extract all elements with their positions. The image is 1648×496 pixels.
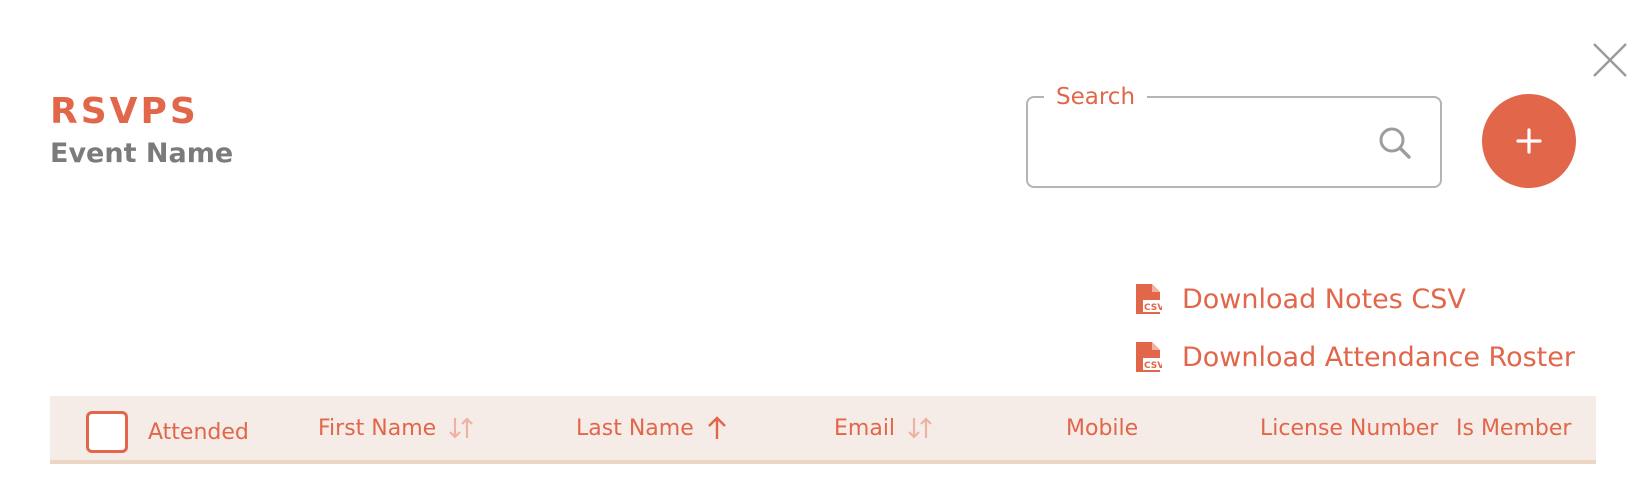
csv-file-icon: CSV: [1136, 342, 1162, 372]
column-label: Attended: [148, 419, 249, 445]
table-header: Attended First Name Last Name Email Mobi…: [50, 396, 1596, 464]
download-notes-csv-link[interactable]: CSV Download Notes CSV: [1134, 283, 1466, 315]
search-field[interactable]: Search: [1026, 82, 1442, 188]
column-label: Email: [834, 415, 896, 441]
column-label: Is Member: [1456, 415, 1572, 441]
rsvps-modal: RSVPS Event Name Search CSV Download Not…: [0, 0, 1648, 496]
sort-both-icon[interactable]: [907, 415, 933, 441]
add-rsvp-button[interactable]: [1482, 94, 1576, 188]
close-icon: [1593, 43, 1627, 77]
download-attendance-roster-link[interactable]: CSV Download Attendance Roster: [1134, 341, 1575, 373]
svg-text:CSV: CSV: [1144, 303, 1162, 313]
arrow-up-icon[interactable]: [706, 415, 728, 441]
plus-icon: [1516, 128, 1542, 154]
search-input[interactable]: [1046, 122, 1376, 162]
event-name: Event Name: [50, 138, 234, 169]
column-last-name[interactable]: Last Name: [576, 396, 728, 460]
download-roster-label: Download Attendance Roster: [1182, 341, 1575, 373]
column-label: First Name: [318, 415, 437, 441]
column-first-name[interactable]: First Name: [318, 396, 474, 460]
download-notes-label: Download Notes CSV: [1182, 283, 1466, 315]
csv-file-icon: CSV: [1136, 284, 1162, 314]
column-label: License Number: [1260, 415, 1439, 441]
column-mobile[interactable]: Mobile: [1066, 396, 1138, 460]
column-email[interactable]: Email: [834, 396, 933, 460]
sort-both-icon[interactable]: [448, 415, 474, 441]
close-button[interactable]: [1590, 40, 1630, 80]
page-title: RSVPS: [50, 91, 199, 132]
column-license-number[interactable]: License Number: [1260, 396, 1450, 460]
column-label: Mobile: [1066, 415, 1139, 441]
svg-text:CSV: CSV: [1144, 361, 1162, 371]
select-all-checkbox[interactable]: [86, 411, 128, 453]
search-label: Search: [1044, 82, 1148, 112]
search-icon[interactable]: [1376, 124, 1414, 162]
column-attended[interactable]: Attended: [86, 400, 249, 460]
column-is-member[interactable]: Is Member: [1456, 396, 1596, 460]
column-label: Last Name: [576, 415, 694, 441]
